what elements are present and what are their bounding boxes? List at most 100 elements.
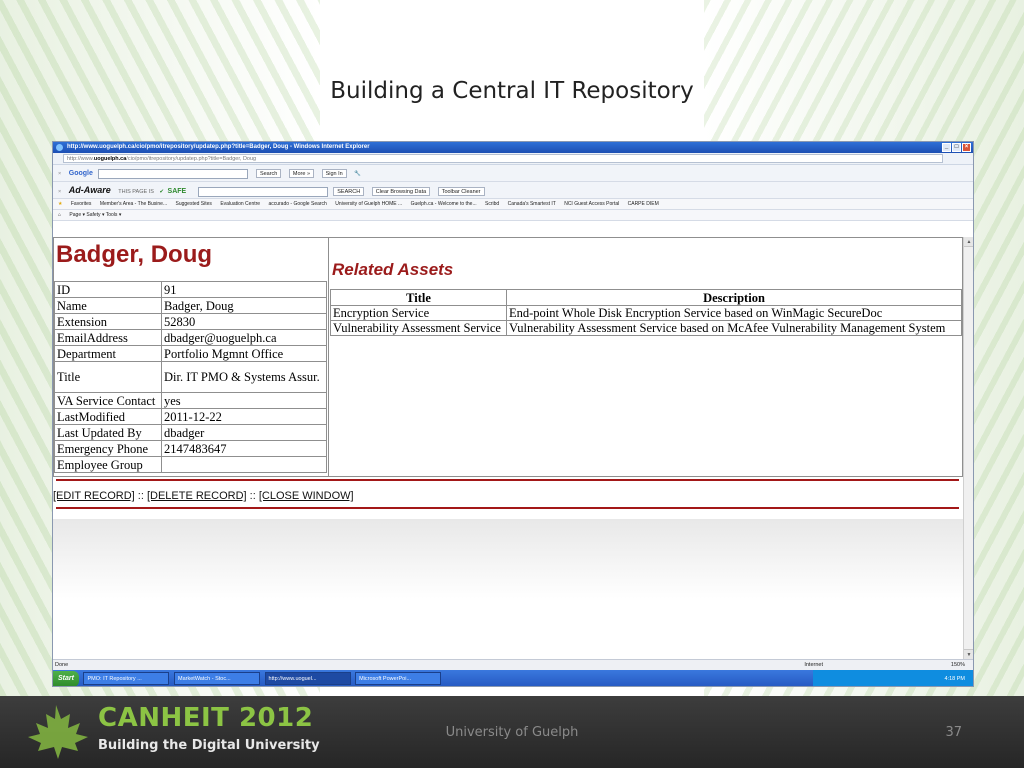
adaware-search-input[interactable] [197,186,328,197]
address-bar[interactable]: http://www.uoguelph.ca/cio/pmo/itreposit… [63,154,943,163]
fav-item[interactable]: Guelph.ca - Welcome to the... [411,201,477,207]
conference-tagline: Building the Digital University [98,738,320,753]
address-bar-row: http://www.uoguelph.ca/cio/pmo/itreposit… [53,153,973,165]
column-header-title: Title [330,289,507,306]
start-button[interactable]: Start [53,671,79,686]
command-menus[interactable]: Page ▾ Safety ▾ Tools ▾ [69,212,121,218]
ie-logo-icon [56,144,63,151]
close-icon[interactable]: × [962,143,971,152]
system-tray: 4:18 PM [813,670,973,686]
close-window-link[interactable]: [CLOSE WINDOW] [259,490,354,502]
separator: :: [137,490,144,502]
shield-icon: ✔ [159,189,164,195]
table-row: Extension 52830 [54,313,327,330]
zoom-level[interactable]: 150% [951,660,965,670]
edit-record-link[interactable]: [EDIT RECORD] [53,490,135,502]
fav-item[interactable]: NCI Guest Access Portal [564,201,619,207]
table-row: ID 91 [54,281,327,298]
favorites-star-icon[interactable]: ★ [58,201,62,207]
window-title: http://www.uoguelph.ca/cio/pmo/itreposit… [67,144,370,150]
scroll-down-icon[interactable]: ▼ [964,649,973,659]
status-text: Done [55,662,69,668]
record-panel: Badger, Doug ID 91 Name Badger, Doug Extensi… [54,238,329,476]
table-row: Encryption Service End-point Whole Disk E… [330,305,962,321]
field-label: EmailAddress [54,329,162,346]
fav-item[interactable]: Favorites [71,201,92,207]
field-label: Name [54,297,162,314]
field-value: dbadger@uoguelph.ca [161,329,327,346]
more-button[interactable]: More » [288,169,315,179]
minimize-button[interactable]: _ [942,143,951,152]
fav-item[interactable]: Canada's Smartest IT [508,201,556,207]
google-logo: Google [68,170,93,177]
field-value: Badger, Doug [161,297,327,314]
close-adaware-icon[interactable]: × [58,189,61,195]
field-value: 52830 [161,313,327,330]
google-toolbar: × Google Search More » Sign In 🔧 [53,165,973,182]
status-bar: Done Internet 150% [53,659,973,670]
table-row: VA Service Contact yes [54,392,327,409]
field-value: yes [161,392,327,409]
fav-item[interactable]: University of Guelph HOME ... [335,201,402,207]
taskbar-item-active[interactable]: http://www.uoguel... [264,672,351,685]
fav-item[interactable]: Member's Area - The Busine... [100,201,167,207]
windows-taskbar: Start PMO: IT Repository ... MarketWatch… [53,670,973,686]
web-page: Badger, Doug ID 91 Name Badger, Doug Extensi… [53,237,965,659]
record-container: Badger, Doug ID 91 Name Badger, Doug Extensi… [53,237,963,477]
google-search-button[interactable]: Search [255,169,282,179]
taskbar-item[interactable]: PMO: IT Repository ... [83,672,170,685]
field-value: Dir. IT PMO & Systems Assur. [161,361,327,393]
clock: 4:18 PM [944,676,965,682]
field-value [161,456,327,473]
related-assets-table: Title Description Encryption Service End-… [330,289,962,336]
field-label: Emergency Phone [54,440,162,457]
toolbar-cleaner-button[interactable]: Toolbar Cleaner [437,187,485,197]
adaware-search-button[interactable]: SEARCH [333,187,365,197]
field-label: Extension [54,313,162,330]
table-row: Name Badger, Doug [54,297,327,314]
taskbar-item[interactable]: Microsoft PowerPoi... [355,672,442,685]
table-row: Department Portfolio Mgmnt Office [54,345,327,362]
slide-title: Building a Central IT Repository [330,78,694,104]
asset-description: End-point Whole Disk Encryption Service … [506,305,962,321]
vertical-scrollbar[interactable]: ▲ ▼ [963,237,973,659]
command-bar: ⌂ Page ▾ Safety ▾ Tools ▾ [53,210,973,221]
table-row: Last Updated By dbadger [54,424,327,441]
divider-bottom [56,507,959,509]
field-label: LastModified [54,408,162,425]
clear-browsing-button[interactable]: Clear Browsing Data [371,187,431,197]
close-toolbar-icon[interactable]: × [58,171,61,177]
related-panel: Related Assets Title Description Encrypt… [330,238,962,476]
field-label: Department [54,345,162,362]
maximize-button[interactable]: □ [952,143,961,152]
record-actions: [EDIT RECORD] :: [DELETE RECORD] :: [CLO… [53,490,354,502]
wrench-icon[interactable]: 🔧 [354,171,361,177]
asset-description: Vulnerability Assessment Service based o… [506,320,962,336]
fav-item[interactable]: Suggested Sites [176,201,212,207]
home-icon[interactable]: ⌂ [58,212,61,218]
browser-screenshot: http://www.uoguelph.ca/cio/pmo/itreposit… [52,141,974,687]
this-page-is-label: THIS PAGE IS [118,189,154,195]
fav-item[interactable]: Scribd [485,201,499,207]
record-info-table: ID 91 Name Badger, Doug Extension 52830 EmailA… [54,281,327,473]
google-search-input[interactable] [98,168,249,179]
taskbar-item[interactable]: MarketWatch - Stoc... [174,672,261,685]
favorites-bar: ★ Favorites Member's Area - The Busine..… [53,199,973,210]
fav-item[interactable]: Evaluation Centre [220,201,260,207]
table-row: LastModified 2011-12-22 [54,408,327,425]
table-row: Title Dir. IT PMO & Systems Assur. [54,361,327,393]
adaware-logo: Ad-Aware [68,185,111,195]
asset-title: Vulnerability Assessment Service [330,320,507,336]
signin-button[interactable]: Sign In [321,169,347,179]
field-label: Employee Group [54,456,162,473]
internet-zone: Internet [804,662,823,668]
delete-record-link[interactable]: [DELETE RECORD] [147,490,247,502]
asset-title: Encryption Service [330,305,507,321]
table-row: Employee Group [54,456,327,473]
fav-item[interactable]: CARPE DIEM [628,201,659,207]
fav-item[interactable]: accurado - Google Search [268,201,326,207]
field-label: Title [54,361,162,393]
table-row: EmailAddress dbadger@uoguelph.ca [54,329,327,346]
divider-top [56,479,959,481]
scroll-up-icon[interactable]: ▲ [964,237,973,247]
